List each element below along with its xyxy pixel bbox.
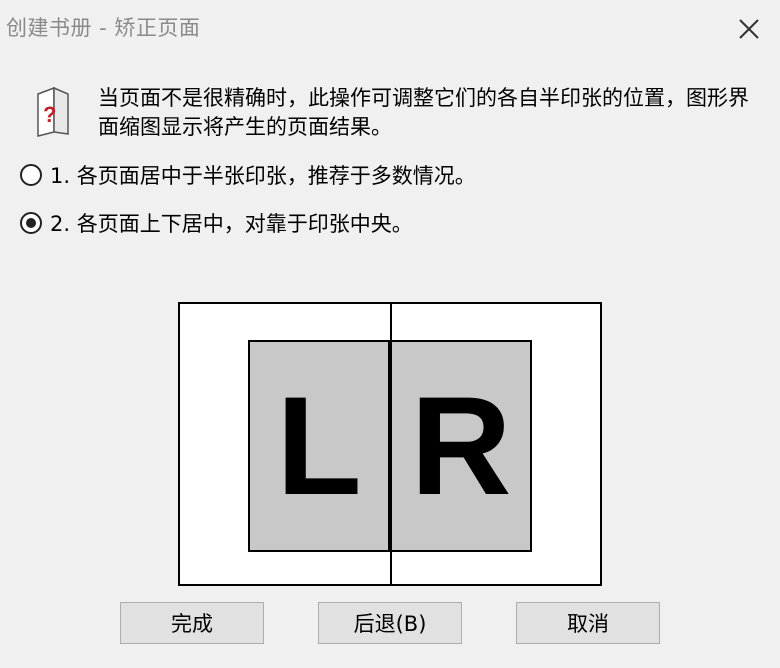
option-center-half-sheet[interactable]: 1. 各页面居中于半张印张，推荐于多数情况。 [20,159,476,191]
cancel-button[interactable]: 取消 [516,602,660,644]
instruction-text: 当页面不是很精确时，此操作可调整它们的各自半印张的位置，图形界面缩图显示将产生的… [98,86,749,139]
option-label: 1. 各页面居中于半张印张，推荐于多数情况。 [50,164,476,188]
preview-right-page: R [390,340,532,552]
close-icon[interactable] [732,12,766,46]
svg-text:?: ? [43,102,56,127]
preview-left-page: L [248,340,390,552]
back-button[interactable]: 后退(B) [318,602,462,644]
help-document-icon: ? [34,84,72,138]
radio-button[interactable] [20,164,42,186]
option-label: 2. 各页面上下居中，对靠于印张中央。 [50,212,413,236]
sheet-fold-line [390,304,392,584]
window-title: 创建书册 - 矫正页面 [6,16,201,40]
finish-button[interactable]: 完成 [120,602,264,644]
page-preview: L R [178,302,602,586]
option-center-vertical[interactable]: 2. 各页面上下居中，对靠于印张中央。 [20,207,413,239]
radio-button-selected[interactable] [20,212,42,234]
title-bar: 创建书册 - 矫正页面 [0,0,780,52]
